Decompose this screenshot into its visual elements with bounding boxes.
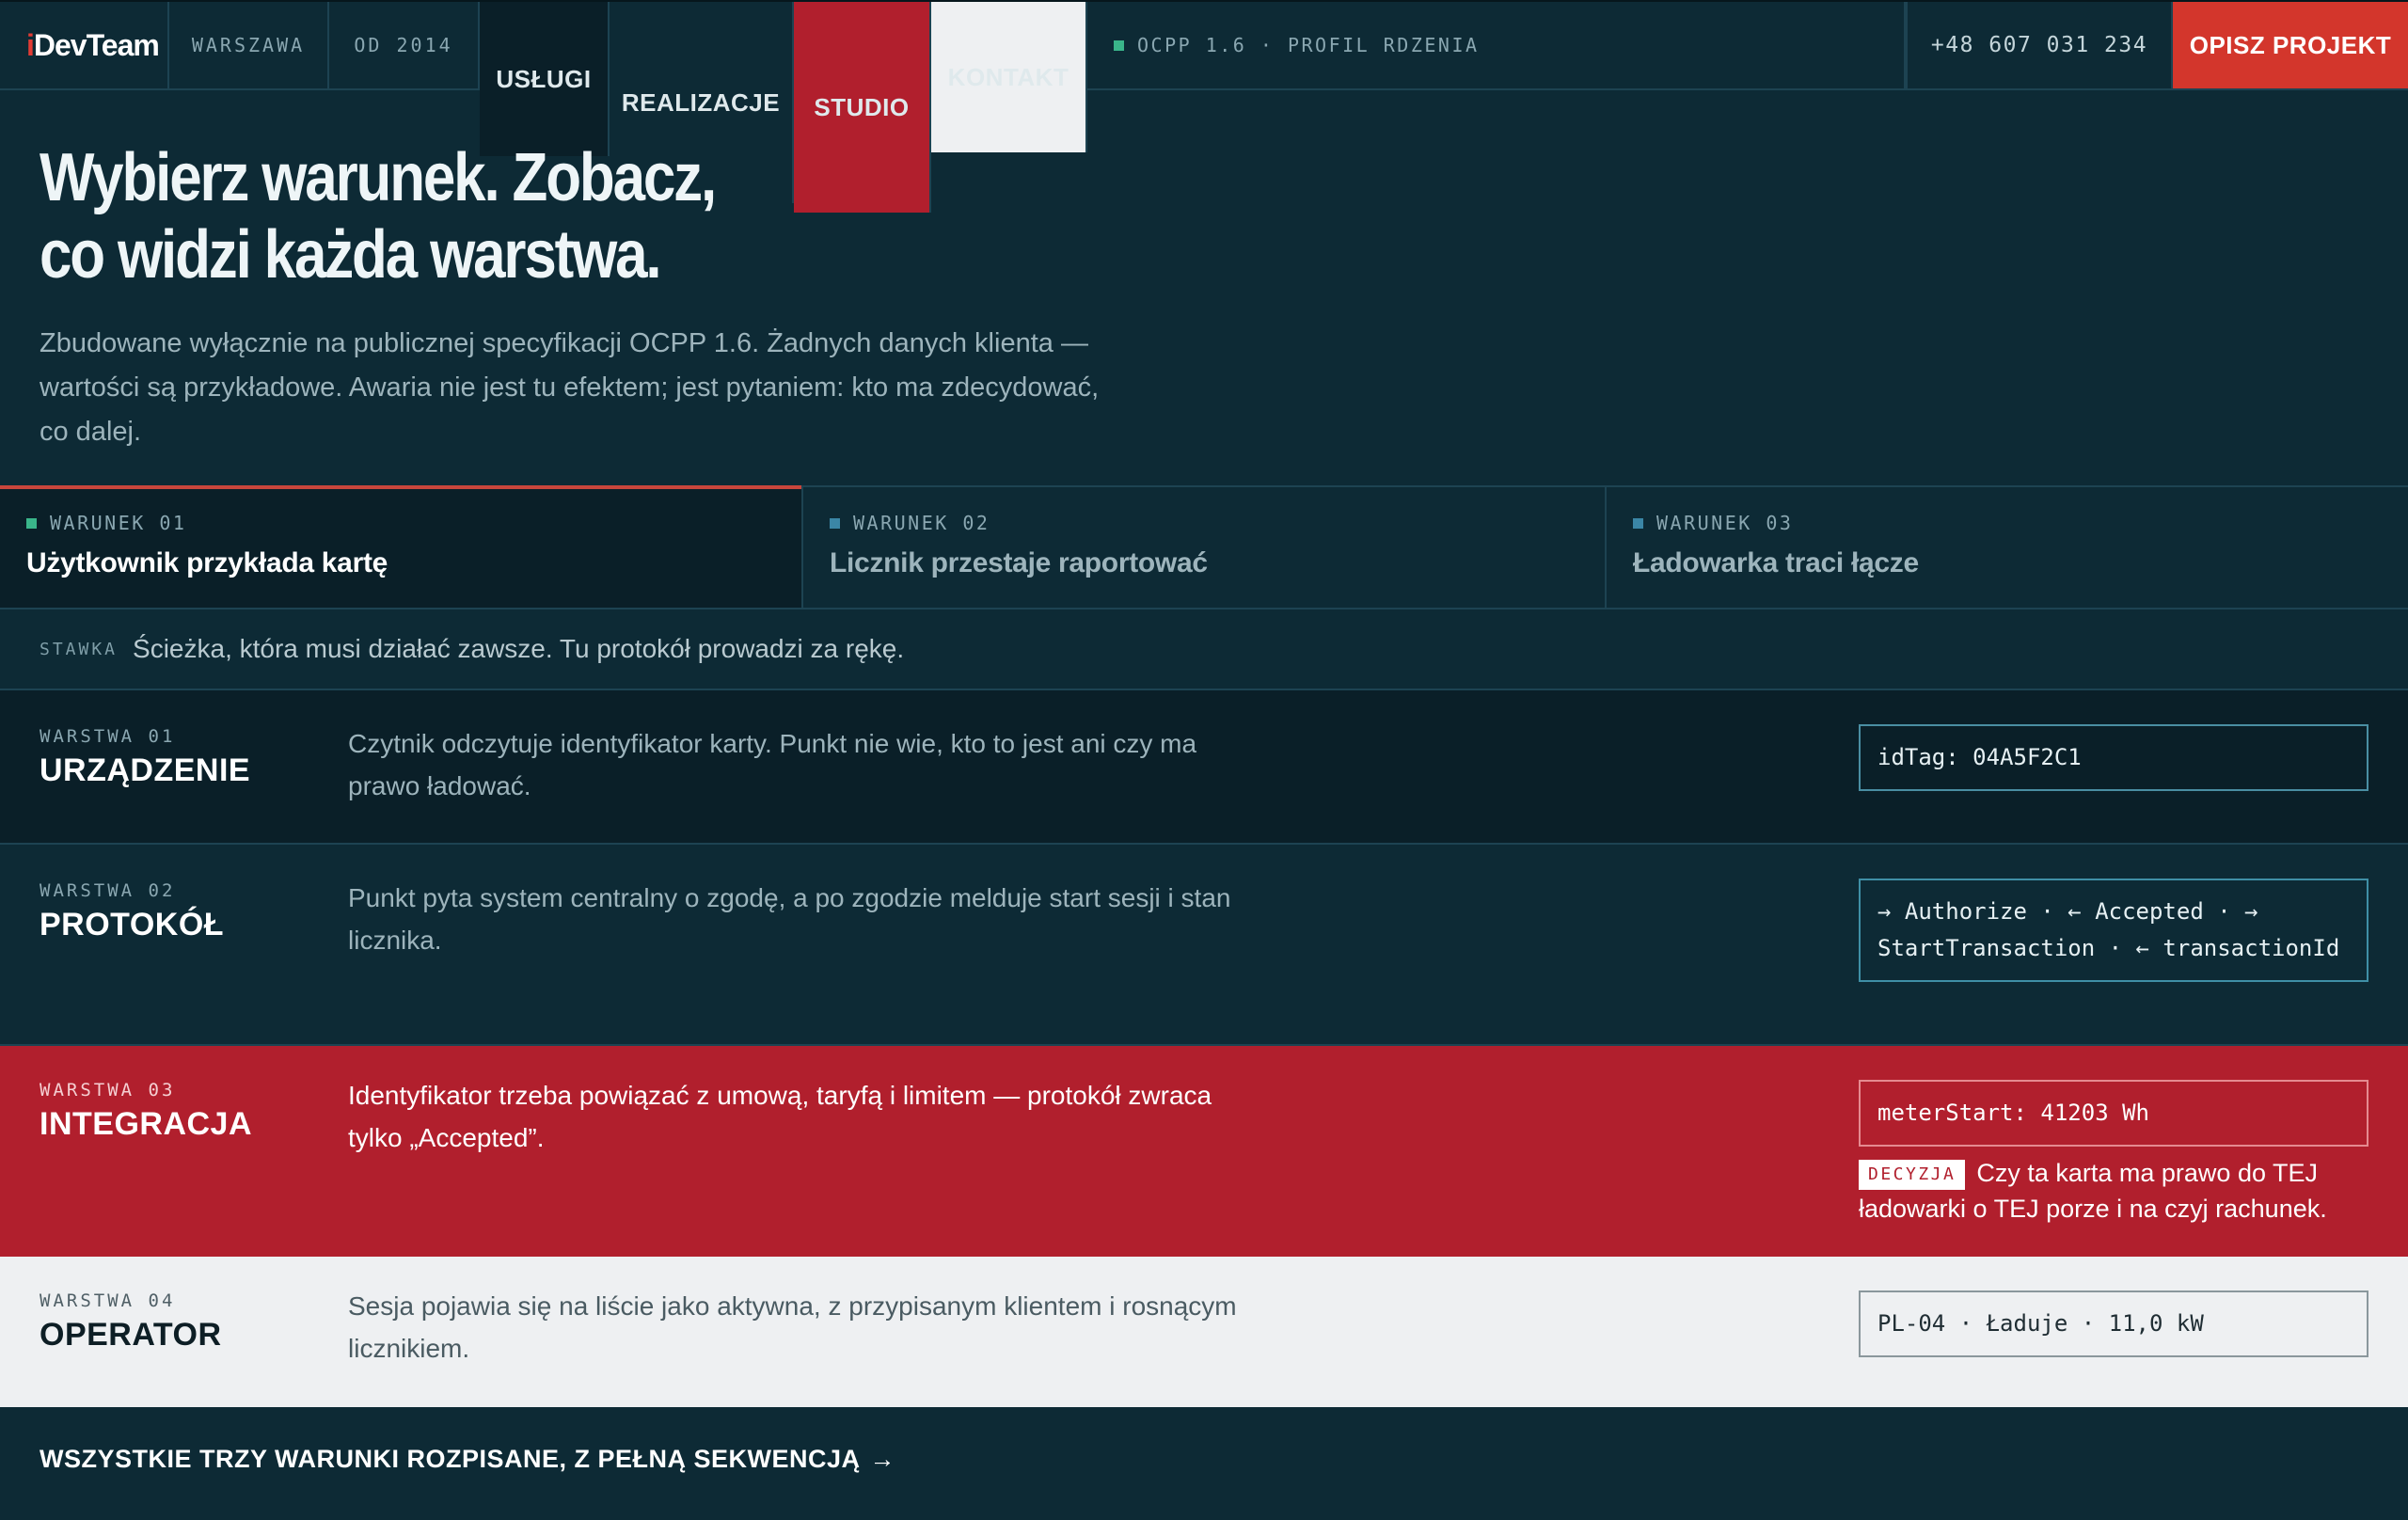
tab-number: WARUNEK 03 xyxy=(1656,512,1794,534)
square-marker-icon xyxy=(26,517,37,529)
page-title: Wybierz warunek. Zobacz, co widzi każda … xyxy=(40,139,768,293)
layer-data-box: idTag: 04A5F2C1 xyxy=(1859,724,2368,791)
layer-integracja: WARSTWA 03 INTEGRACJA Identyfikator trze… xyxy=(0,1046,2408,1257)
city-label: WARSZAWA xyxy=(169,2,329,88)
logo[interactable]: i DevTeam xyxy=(0,2,169,88)
layer-number: WARSTWA 01 xyxy=(40,726,176,747)
all-conditions-label: WSZYSTKIE TRZY WARUNKI ROZPISANE, Z PEŁN… xyxy=(40,1445,861,1473)
layer-description: Sesja pojawia się na liście jako aktywna… xyxy=(348,1291,1237,1363)
tab-label: WARUNEK 03 xyxy=(1633,512,2382,534)
layer-number: WARSTWA 02 xyxy=(40,880,176,901)
layer-urzadzenie: WARSTWA 01 URZĄDZENIE Czytnik odczytuje … xyxy=(0,690,2408,845)
layer-description: Czytnik odczytuje identyfikator karty. P… xyxy=(348,729,1197,800)
logo-text: DevTeam xyxy=(33,27,160,62)
stake-row: STAWKA Ścieżka, która musi działać zawsz… xyxy=(0,610,2408,690)
tab-number: WARUNEK 02 xyxy=(853,512,990,534)
since-label: OD 2014 xyxy=(329,2,480,88)
describe-project-button[interactable]: OPISZ PROJEKT xyxy=(2173,2,2408,88)
logo-letter-i: i xyxy=(26,27,35,62)
tab-title: Ładowarka traci łącze xyxy=(1633,547,1919,578)
protocol-indicator: OCPP 1.6 · PROFIL RDZENIA xyxy=(1087,2,1906,88)
condition-tabs: WARUNEK 01 Użytkownik przykłada kartę WA… xyxy=(0,485,2408,610)
layer-name: OPERATOR xyxy=(40,1317,222,1353)
layer-name: PROTOKÓŁ xyxy=(40,907,225,942)
layer-description: Punkt pyta system centralny o zgodę, a p… xyxy=(348,883,1231,955)
layer-name: INTEGRACJA xyxy=(40,1106,253,1142)
nav-link-kontakt[interactable]: KONTAKT xyxy=(931,2,1087,152)
tab-label: WARUNEK 02 xyxy=(830,512,1578,534)
tab-label: WARUNEK 01 xyxy=(26,512,775,534)
layer-data-box: → Authorize · ← Accepted · → StartTransa… xyxy=(1859,879,2368,982)
layer-data-box: PL-04 · Ładuje · 11,0 kW xyxy=(1859,1290,2368,1357)
layer-number: WARSTWA 04 xyxy=(40,1290,176,1311)
layer-name: URZĄDZENIE xyxy=(40,752,251,788)
hero-section: Wybierz warunek. Zobacz, co widzi każda … xyxy=(40,139,1168,454)
hero-lead: Zbudowane wyłącznie na publicznej specyf… xyxy=(40,328,1100,447)
layer-operator: WARSTWA 04 OPERATOR Sesja pojawia się na… xyxy=(0,1257,2408,1407)
tab-warunek-02[interactable]: WARUNEK 02 Licznik przestaje raportować xyxy=(803,487,1607,608)
tab-warunek-03[interactable]: WARUNEK 03 Ładowarka traci łącze xyxy=(1607,487,2408,608)
tab-title: Licznik przestaje raportować xyxy=(830,547,1208,578)
square-marker-icon xyxy=(830,517,840,529)
stake-key: STAWKA xyxy=(40,639,119,659)
page-title-line-2: co widzi każda warstwa. xyxy=(40,217,662,293)
decision-note: DECYZJA Czy ta karta ma prawo do TEJ łado… xyxy=(1859,1155,2367,1227)
protocol-label: OCPP 1.6 · PROFIL RDZENIA xyxy=(1137,34,1480,56)
square-marker-icon xyxy=(1633,517,1643,529)
tab-warunek-01[interactable]: WARUNEK 01 Użytkownik przykłada kartę xyxy=(0,485,803,608)
phone-number-link[interactable]: +48 607 031 234 xyxy=(1906,2,2173,88)
layer-description: Identyfikator trzeba powiązać z umową, t… xyxy=(348,1081,1212,1152)
stake-text: Ścieżka, która musi działać zawsze. Tu p… xyxy=(133,634,905,663)
nav-link-uslugi[interactable]: USŁUGI xyxy=(480,2,610,156)
top-navigation: i DevTeam WARSZAWA OD 2014 USŁUGI REALIZA… xyxy=(0,0,2408,213)
arrow-right-icon: → xyxy=(869,1445,896,1473)
decision-badge: DECYZJA xyxy=(1859,1160,1966,1190)
layer-number: WARSTWA 03 xyxy=(40,1080,176,1100)
tab-title: Użytkownik przykłada kartę xyxy=(26,547,388,578)
status-dot-icon xyxy=(1114,40,1124,51)
tab-number: WARUNEK 01 xyxy=(50,512,187,534)
page-title-line-1: Wybierz warunek. Zobacz, xyxy=(40,140,717,215)
layer-protokol: WARSTWA 02 PROTOKÓŁ Punkt pyta system ce… xyxy=(0,845,2408,1046)
all-conditions-link[interactable]: WSZYSTKIE TRZY WARUNKI ROZPISANE, Z PEŁN… xyxy=(40,1445,895,1474)
layer-data-box: meterStart: 41203 Wh xyxy=(1859,1080,2368,1147)
